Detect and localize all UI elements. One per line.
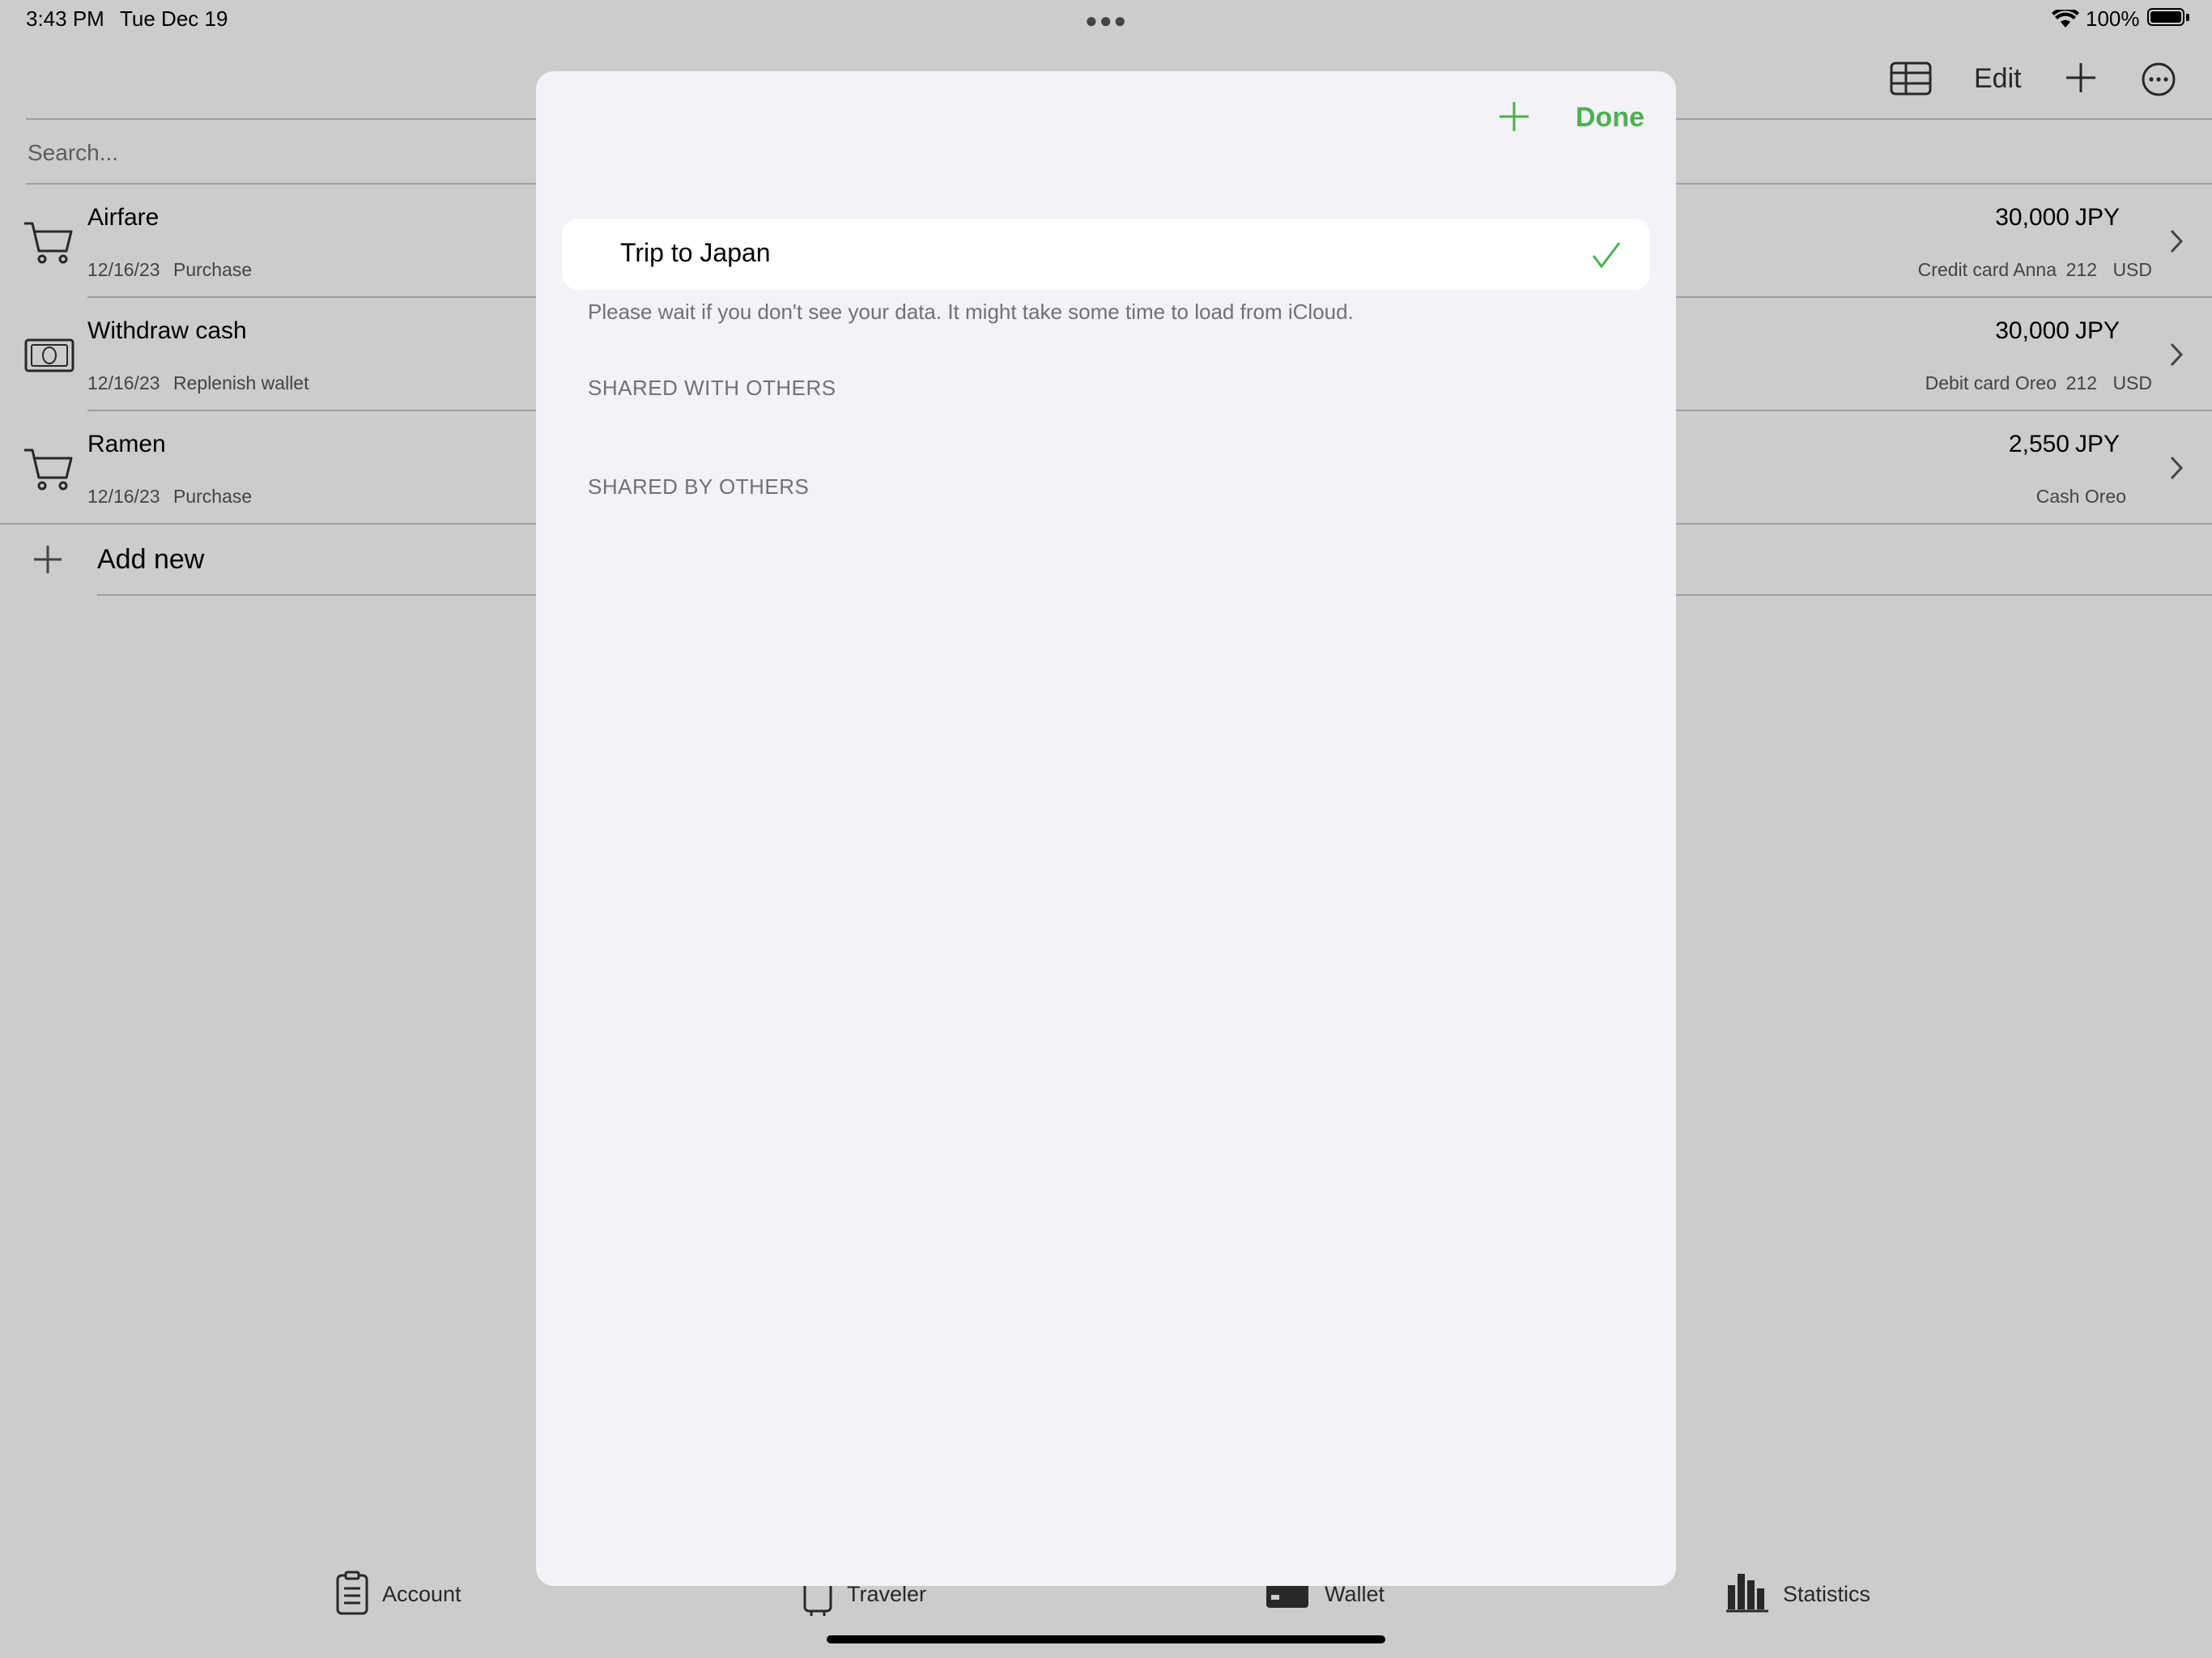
icloud-info-text: Please wait if you don't see your data. …: [588, 300, 1354, 324]
section-header-shared-with: SHARED WITH OTHERS: [588, 376, 836, 400]
account-book-modal: Done Trip to Japan Please wait if you do…: [536, 71, 1676, 1586]
add-book-icon[interactable]: [1498, 100, 1530, 133]
book-item-label: Trip to Japan: [620, 238, 771, 267]
checkmark-icon: [1592, 242, 1621, 269]
book-item-selected[interactable]: Trip to Japan: [562, 219, 1650, 290]
section-header-shared-by: SHARED BY OTHERS: [588, 474, 810, 499]
home-indicator[interactable]: [827, 1635, 1385, 1643]
done-button[interactable]: Done: [1576, 102, 1644, 134]
